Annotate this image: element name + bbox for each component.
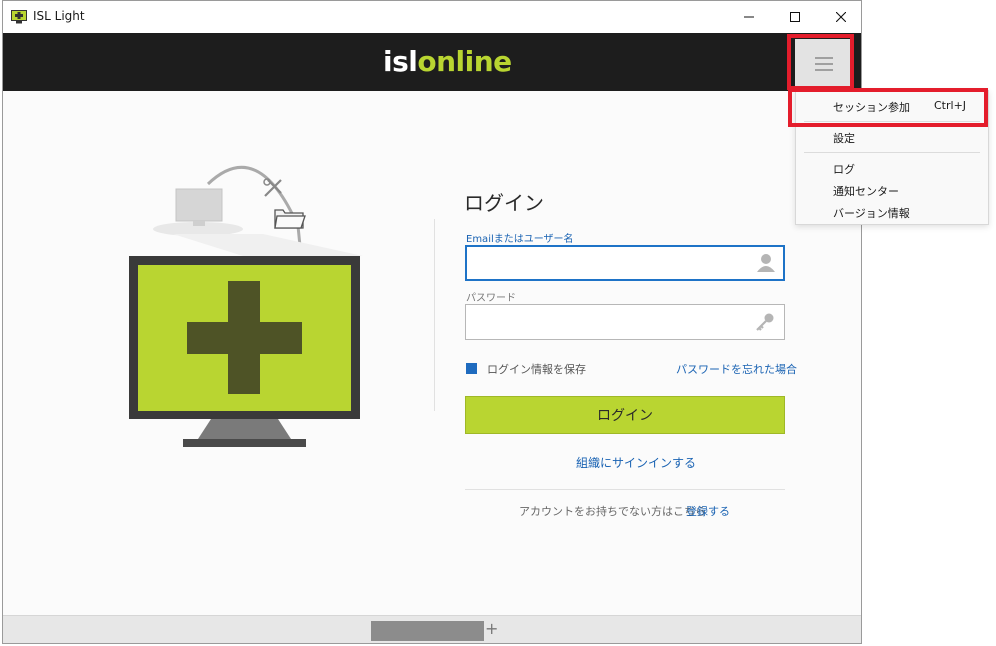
register-link[interactable]: 登録する (686, 503, 730, 519)
login-button[interactable]: ログイン (465, 396, 785, 434)
password-field[interactable] (465, 304, 785, 340)
minimize-icon (744, 16, 754, 18)
app-window: ISL Light islonline ログイン Emailまたはユーザー名 パ… (2, 0, 862, 644)
vertical-divider (434, 219, 435, 411)
menu-item-shortcut: Ctrl+J (934, 99, 967, 112)
close-icon (836, 12, 846, 22)
password-label: パスワード (466, 293, 516, 304)
main-menu-dropdown: セッション参加 Ctrl+J 設定 ログ 通知センター バージョン情報 (795, 90, 989, 225)
login-title: ログイン (464, 191, 544, 215)
user-icon (756, 253, 776, 273)
menu-item-version-info[interactable]: バージョン情報 (796, 201, 988, 223)
title-bar: ISL Light (3, 1, 861, 33)
islonline-logo: islonline (383, 45, 512, 78)
window-title: ISL Light (33, 9, 85, 23)
menu-button[interactable] (795, 39, 853, 89)
isl-light-app-icon (11, 9, 27, 24)
email-label: Emailまたはユーザー名 (466, 234, 574, 245)
menu-item-settings[interactable]: 設定 (796, 126, 988, 148)
menu-item-notification-center[interactable]: 通知センター (796, 179, 988, 201)
forgot-password-link[interactable]: パスワードを忘れた場合 (676, 361, 797, 377)
menu-separator (804, 121, 980, 122)
horizontal-divider (465, 489, 785, 490)
remote-desktop-illustration (129, 165, 363, 447)
no-account-text: アカウントをお持ちでない方はこちら (519, 505, 706, 518)
session-tab-bar: + (3, 615, 861, 643)
email-field[interactable] (465, 245, 785, 281)
close-button[interactable] (818, 1, 861, 33)
folder-icon (274, 209, 306, 229)
remember-label: ログイン情報を保存 (487, 363, 586, 376)
maximize-icon (790, 12, 800, 22)
maximize-button[interactable] (772, 1, 818, 33)
remember-checkbox[interactable] (466, 363, 477, 374)
menu-item-join-session[interactable]: セッション参加 Ctrl+J (796, 95, 988, 117)
add-tab-icon[interactable]: + (485, 619, 498, 638)
session-tab[interactable] (371, 621, 484, 641)
app-header: islonline (3, 33, 861, 91)
key-icon (755, 312, 775, 332)
menu-separator (804, 152, 980, 153)
org-signin-link[interactable]: 組織にサインインする (576, 454, 696, 471)
menu-item-log[interactable]: ログ (796, 157, 988, 179)
minimize-button[interactable] (726, 1, 772, 33)
hamburger-menu-icon (815, 57, 833, 71)
